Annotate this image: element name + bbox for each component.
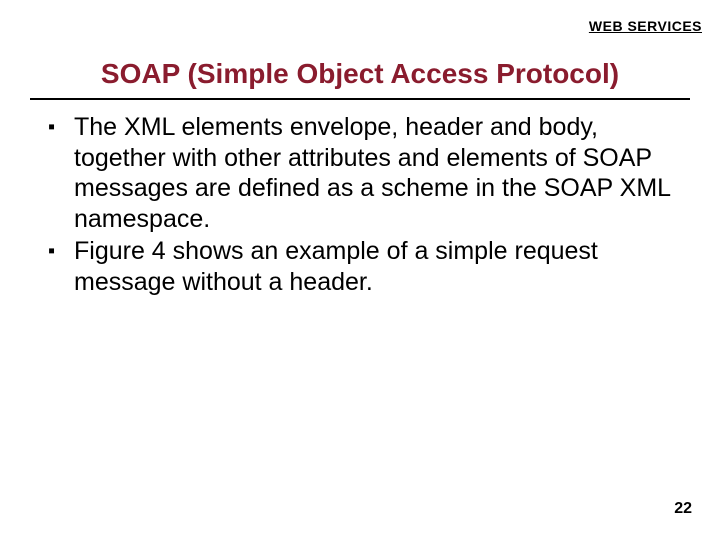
list-item: ▪ Figure 4 shows an example of a simple … xyxy=(48,236,680,297)
bullet-text: The XML elements envelope, header and bo… xyxy=(74,112,680,234)
slide-title: SOAP (Simple Object Access Protocol) xyxy=(0,58,720,96)
bullet-icon: ▪ xyxy=(48,236,74,266)
page-number: 22 xyxy=(674,500,692,518)
bullet-text: Figure 4 shows an example of a simple re… xyxy=(74,236,680,297)
title-divider xyxy=(30,98,690,100)
bullet-icon: ▪ xyxy=(48,112,74,142)
header-label: WEB SERVICES xyxy=(589,18,702,34)
content-area: ▪ The XML elements envelope, header and … xyxy=(48,112,680,299)
list-item: ▪ The XML elements envelope, header and … xyxy=(48,112,680,234)
